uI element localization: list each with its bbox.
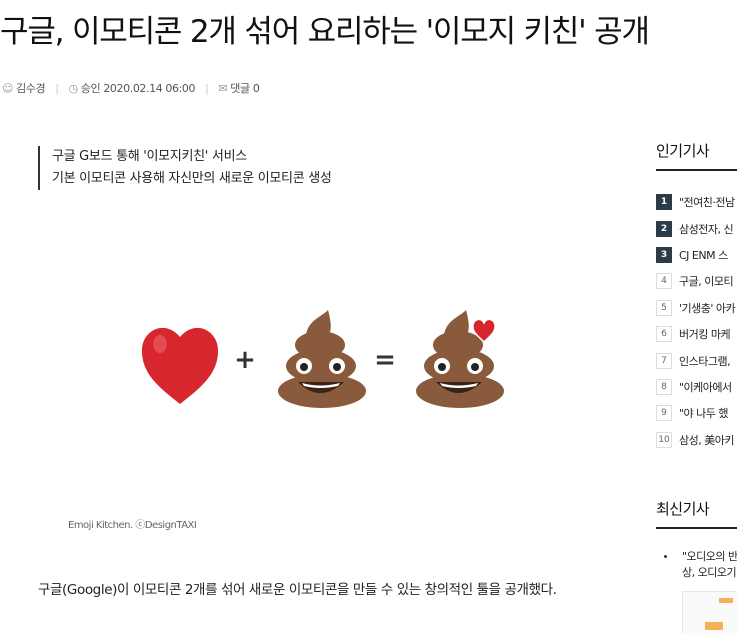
reporter-name[interactable]: 김수경 [16,80,46,96]
popular-article-link[interactable]: CJ ENM 스 [679,247,728,263]
summary-line: 기본 이모티콘 사용해 자신만의 새로운 이모티콘 생성 [52,171,332,186]
popular-article-item[interactable]: 6 버거킹 마케 [656,321,737,347]
rank-badge: 7 [656,352,672,369]
rank-badge: 6 [656,326,672,343]
poop-emoji-icon [278,310,366,408]
rank-badge: 1 [656,194,672,211]
rank-badge: 10 [656,431,672,448]
popular-article-link[interactable]: "전여친·전남 [679,194,735,210]
plus-sign: + [234,345,256,375]
latest-articles-title: 최신기사 [656,500,710,518]
meta-divider: | [55,81,59,95]
person-icon: ☺ [2,81,14,95]
section-divider [656,169,737,171]
popular-article-link[interactable]: 구글, 이모티 [679,273,734,289]
latest-article-thumbnail[interactable] [682,591,737,633]
meta-divider: | [205,81,209,95]
popular-article-item[interactable]: 3 CJ ENM 스 [656,242,737,268]
popular-article-item[interactable]: 10 삼성, 美아키 [656,427,737,453]
approved-label: 승인 [80,82,101,95]
heart-emoji-icon [141,327,219,404]
popular-article-link[interactable]: 버거킹 마케 [679,326,731,342]
equals-sign: = [374,345,396,375]
article-headline: 구글, 이모티콘 2개 섞어 요리하는 '이모지 키친' 공개 [0,14,650,50]
approved-time: 2020.02.14 06:00 [103,81,196,95]
thumbnail-graphic [705,622,723,630]
popular-article-item[interactable]: 1 "전여친·전남 [656,189,737,215]
clock-icon: ◷ [68,81,79,95]
popular-articles-title: 인기기사 [656,142,710,160]
rank-badge: 8 [656,378,672,395]
popular-article-link[interactable]: "이케아에서 [679,379,732,395]
popular-article-link[interactable]: "야 나두 했 [679,405,729,421]
rank-badge: 2 [656,220,672,237]
poop-heart-emoji-icon [416,310,504,408]
latest-article-title-line[interactable]: 상, 오디오기 [682,565,737,581]
popular-article-link[interactable]: 삼성전자, 신 [679,221,734,237]
rank-badge: 5 [656,299,672,316]
article-body-paragraph: 구글(Google)이 이모티콘 2개를 섞어 새로운 이모티콘을 만들 수 있… [38,582,557,598]
emoji-kitchen-figure: + = [141,310,504,408]
latest-article-item[interactable]: "오디오의 반 상, 오디오기 [656,549,737,581]
article-meta: ☺ 김수경 | ◷ 승인 2020.02.14 06:00 | ✉ 댓글 0 [2,80,260,96]
popular-article-item[interactable]: 4 구글, 이모티 [656,268,737,294]
popular-article-link[interactable]: 삼성, 美아키 [679,432,734,448]
popular-article-item[interactable]: 9 "야 나두 했 [656,400,737,426]
latest-article-title-line[interactable]: "오디오의 반 [682,549,737,565]
popular-article-link[interactable]: '기생충' 아카 [679,300,736,316]
popular-article-item[interactable]: 5 '기생충' 아카 [656,295,737,321]
popular-article-item[interactable]: 8 "이케아에서 [656,374,737,400]
popular-articles-sidebar: 인기기사 1 "전여친·전남 2 삼성전자, 신 3 CJ ENM 스 4 구글… [656,140,737,453]
latest-articles-sidebar: 최신기사 "오디오의 반 상, 오디오기 [656,498,737,633]
popular-article-item[interactable]: 7 인스타그램, [656,347,737,373]
popular-article-item[interactable]: 2 삼성전자, 신 [656,215,737,241]
comments-count[interactable]: 0 [253,82,260,95]
rank-badge: 4 [656,273,672,290]
figure-caption: Emoji Kitchen. ⓒDesignTAXI [68,520,197,531]
comment-icon: ✉ [218,81,228,95]
summary-line: 구글 G보드 통해 '이모지키친' 서비스 [52,149,247,164]
section-divider [656,527,737,529]
popular-article-link[interactable]: 인스타그램, [679,353,731,369]
rank-badge: 3 [656,246,672,263]
thumbnail-graphic [719,598,733,603]
popular-articles-list: 1 "전여친·전남 2 삼성전자, 신 3 CJ ENM 스 4 구글, 이모티… [656,189,737,453]
article-summary: 구글 G보드 통해 '이모지키친' 서비스 기본 이모티콘 사용해 자신만의 새… [38,146,332,190]
rank-badge: 9 [656,405,672,422]
comments-label[interactable]: 댓글 [230,80,250,96]
bullet-icon [664,555,667,558]
